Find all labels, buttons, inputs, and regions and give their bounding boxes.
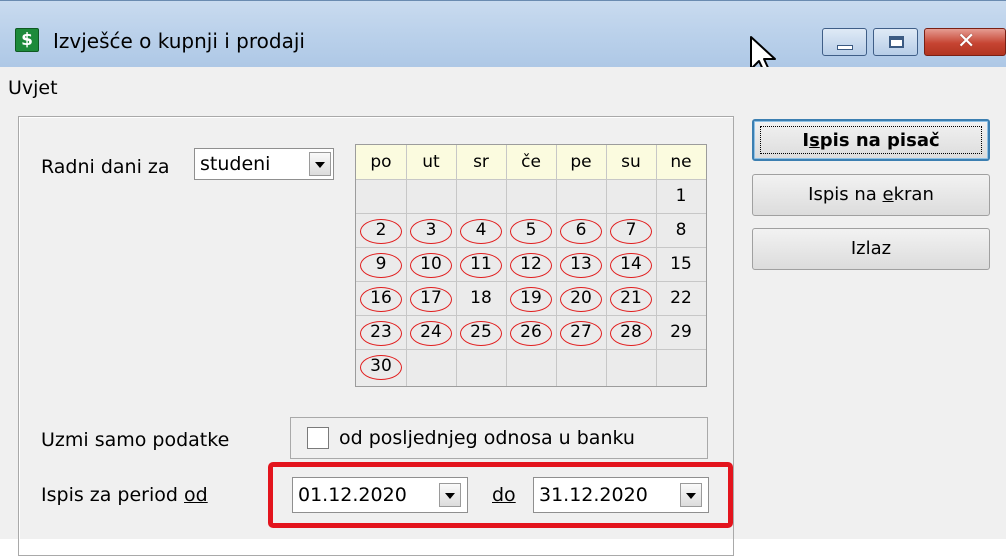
calendar-day-cell[interactable]: 21 — [606, 281, 656, 315]
calendar-empty-cell — [606, 349, 656, 383]
calendar-grid-line — [356, 281, 706, 282]
last-bank-checkbox-label[interactable]: od posljednjeg odnosa u banku — [339, 427, 635, 449]
calendar-day-cell[interactable]: 22 — [656, 281, 706, 315]
print-to-screen-label: Ispis na ekran — [808, 184, 934, 205]
focus-rect — [760, 126, 982, 154]
calendar-day-cell[interactable]: 19 — [506, 281, 556, 315]
calendar-grid-line — [356, 179, 706, 180]
calendar-day-cell[interactable]: 6 — [556, 213, 606, 247]
calendar-grid-line — [356, 315, 706, 316]
calendar-header: po ut sr če pe su ne — [356, 145, 706, 179]
calendar-day-cell[interactable]: 29 — [656, 315, 706, 349]
last-bank-checkbox[interactable] — [307, 427, 329, 449]
btn-label-part: kran — [893, 184, 934, 205]
calendar-day-name: ut — [422, 152, 440, 172]
title-bar[interactable]: $ Izvješće o kupnji i prodaji ✕ — [0, 1, 1006, 75]
calendar-day-name: če — [521, 152, 541, 172]
calendar-day-cell[interactable]: 1 — [656, 179, 706, 213]
period-label: Ispis za period od — [41, 484, 208, 506]
calendar-empty-cell — [456, 349, 506, 383]
calendar-day-cell[interactable]: 27 — [556, 315, 606, 349]
maximize-icon — [889, 36, 904, 48]
filter-checkbox-frame: od posljednjeg odnosa u banku — [290, 417, 708, 459]
calendar-day-cell[interactable]: 13 — [556, 247, 606, 281]
calendar-day-cell[interactable]: 30 — [356, 349, 406, 383]
calendar-day-cell[interactable]: 11 — [456, 247, 506, 281]
calendar-empty-cell — [406, 179, 456, 213]
close-icon: ✕ — [957, 29, 976, 54]
calendar-empty-cell — [556, 179, 606, 213]
calendar-empty-cell — [556, 349, 606, 383]
chevron-down-icon[interactable] — [309, 152, 331, 176]
calendar-day-cell[interactable]: 8 — [656, 213, 706, 247]
menu-bar: Uvjet — [0, 67, 1006, 107]
calendar-day-cell[interactable]: 16 — [356, 281, 406, 315]
calendar-day-cell[interactable]: 17 — [406, 281, 456, 315]
calendar-empty-cell — [656, 349, 706, 383]
calendar-day-cell[interactable]: 12 — [506, 247, 556, 281]
calendar-empty-cell — [606, 179, 656, 213]
period-highlight-box — [268, 462, 733, 528]
calendar-day-name: ne — [670, 152, 692, 172]
maximize-button[interactable] — [873, 28, 918, 56]
dollar-app-icon[interactable]: $ — [15, 28, 39, 52]
calendar-day-name: po — [370, 152, 392, 172]
calendar-day-cell[interactable]: 23 — [356, 315, 406, 349]
calendar-day-name: su — [621, 152, 641, 172]
calendar-empty-cell — [456, 179, 506, 213]
calendar-day-cell[interactable]: 2 — [356, 213, 406, 247]
calendar-day-cell[interactable]: 3 — [406, 213, 456, 247]
calendar-day-name: sr — [473, 152, 489, 172]
calendar-empty-cell — [506, 179, 556, 213]
close-button[interactable]: ✕ — [924, 28, 1006, 56]
calendar-grid-line — [356, 247, 706, 248]
minimize-icon — [837, 45, 853, 50]
calendar-day-cell[interactable]: 25 — [456, 315, 506, 349]
calendar-empty-cell — [506, 349, 556, 383]
btn-label-part: Ispis na — [808, 184, 883, 205]
calendar-day-cell[interactable]: 7 — [606, 213, 656, 247]
calendar-day-cell[interactable]: 14 — [606, 247, 656, 281]
calendar-day-cell[interactable]: 9 — [356, 247, 406, 281]
report-window: $ Izvješće o kupnji i prodaji ✕ Uvjet Ra… — [0, 0, 1006, 556]
calendar-empty-cell — [356, 179, 406, 213]
menu-item-uvjet[interactable]: Uvjet — [8, 77, 58, 99]
month-select[interactable]: studeni — [194, 148, 334, 180]
period-label-text: Ispis za period — [41, 484, 185, 506]
calendar-day-cell[interactable]: 15 — [656, 247, 706, 281]
period-label-access-key: od — [184, 484, 208, 506]
calendar-grid-line — [356, 349, 706, 350]
calendar-day-cell[interactable]: 20 — [556, 281, 606, 315]
calendar-day-cell[interactable]: 28 — [606, 315, 656, 349]
calendar-day-name: pe — [570, 152, 592, 172]
calendar-day-cell[interactable]: 10 — [406, 247, 456, 281]
work-days-calendar[interactable]: po ut sr če pe su ne 1 2 3 4 5 6 7 8 9 10 11 12 13 14 15 16 17… — [355, 144, 707, 387]
calendar-day-cell[interactable]: 5 — [506, 213, 556, 247]
calendar-day-cell[interactable]: 24 — [406, 315, 456, 349]
print-to-screen-button[interactable]: Ispis na ekran — [752, 174, 990, 216]
calendar-grid-line — [356, 213, 706, 214]
month-select-value: studeni — [200, 153, 271, 175]
minimize-button[interactable] — [822, 28, 867, 56]
btn-access-key: e — [882, 184, 894, 205]
print-to-printer-button[interactable]: Ispis na pisač — [752, 119, 990, 161]
calendar-day-cell[interactable]: 26 — [506, 315, 556, 349]
calendar-day-cell[interactable]: 4 — [456, 213, 506, 247]
exit-button[interactable]: Izlaz — [752, 228, 990, 270]
window-title: Izvješće o kupnji i prodaji — [53, 29, 305, 53]
filter-label: Uzmi samo podatke — [41, 429, 230, 451]
calendar-day-cell[interactable]: 18 — [456, 281, 506, 315]
calendar-empty-cell — [406, 349, 456, 383]
work-days-label: Radni dani za — [41, 156, 170, 178]
exit-button-label: Izlaz — [850, 238, 892, 259]
